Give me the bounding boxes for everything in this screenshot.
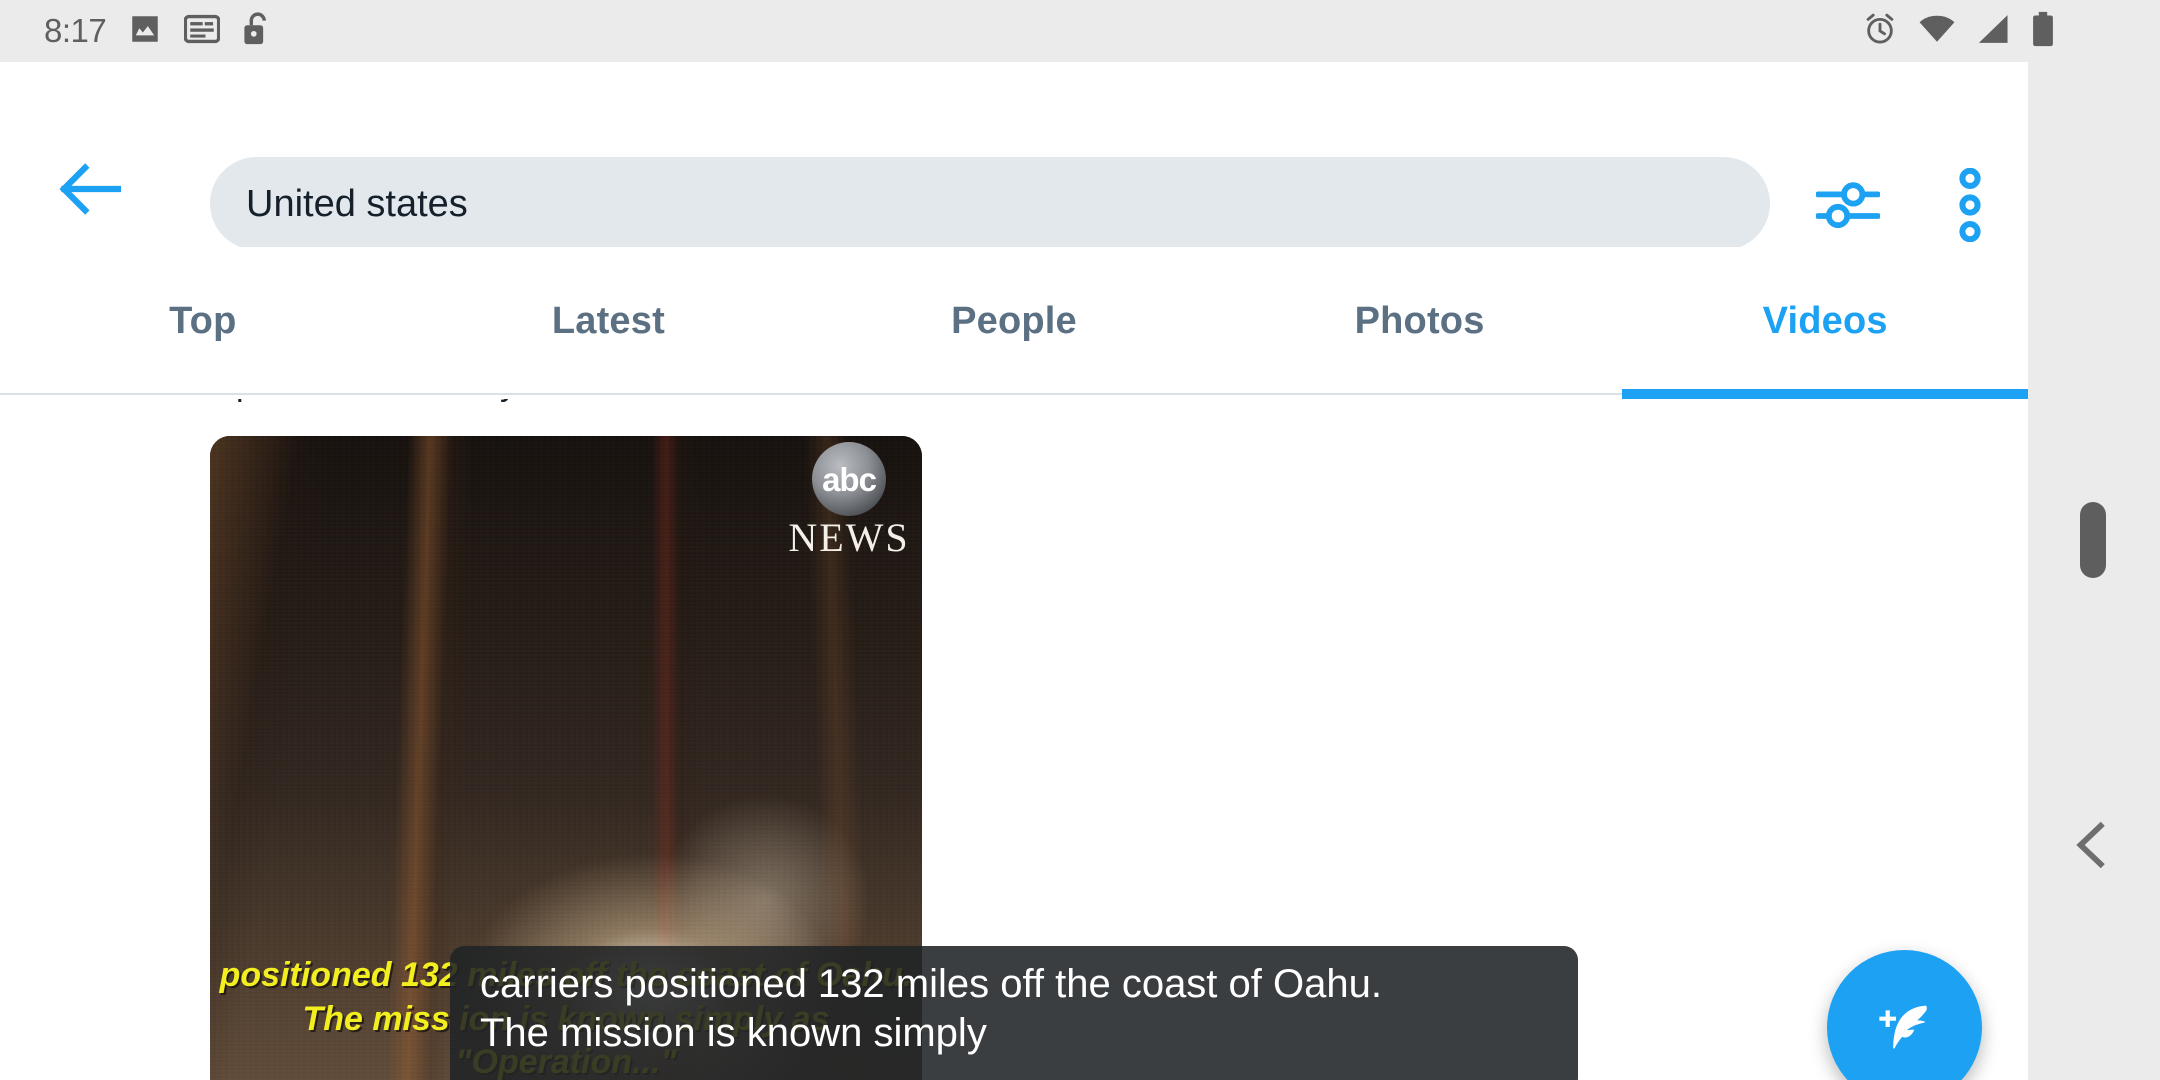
tab-photos[interactable]: Photos [1217,247,1623,395]
abc-logo-text: abc [822,460,877,498]
tab-latest[interactable]: Latest [406,247,812,395]
chevron-left-icon[interactable] [2068,820,2118,870]
image-icon [128,12,162,51]
caption-line-2: The mission is known simply [480,1010,987,1055]
live-caption-overlay[interactable]: carriers positioned 132 miles off the co… [450,946,1578,1080]
tab-active-indicator [1622,389,2028,399]
alarm-clock-icon [1863,12,1897,51]
news-logo-text: NEWS [788,515,910,560]
search-app-bar: United states [0,62,2028,250]
back-button[interactable] [45,156,135,222]
overflow-menu-button[interactable] [1935,162,2005,248]
caption-card-icon [183,14,221,49]
status-clock: 8:17 [44,12,107,49]
search-filter-icon [1816,182,1880,229]
battery-icon [2031,11,2055,52]
tab-videos[interactable]: Videos [1622,247,2028,395]
scrollbar-thumb[interactable] [2080,502,2106,578]
search-input[interactable]: United states [210,157,1770,250]
status-bar: 8:17 [0,0,2160,62]
wifi-icon [1919,14,1955,49]
tab-top[interactable]: Top [0,247,406,395]
phone-screen: 8:17 United states Top Latest People Pho… [0,0,2160,1080]
twitter-app-panel: United states Top Latest People Photos V… [0,62,2028,1080]
search-filter-button[interactable] [1805,162,1891,248]
tab-people[interactable]: People [811,247,1217,395]
search-input-value: United states [246,182,468,225]
search-result-tabs: Top Latest People Photos Videos [0,247,2028,399]
tab-strip: Top Latest People Photos Videos [0,247,2028,395]
abc-logo-circle: abc [812,442,886,516]
more-vertical-icon [1959,168,1981,242]
caption-line-1: carriers positioned 132 miles off the co… [480,962,1382,1006]
unlocked-padlock-icon [242,11,272,52]
cut-text-fragment-right: y [500,399,517,404]
cell-signal-icon [1977,14,2009,49]
back-arrow-icon [59,163,121,215]
status-bar-right-group [1863,0,2055,62]
compose-feather-plus-icon [1878,1005,1927,1049]
abc-news-watermark: abc NEWS [784,442,914,558]
status-bar-left-group: 8:17 [44,0,272,62]
scrolled-off-tweet-text: p y [0,399,2028,421]
cut-text-fragment-left: p [236,399,255,404]
